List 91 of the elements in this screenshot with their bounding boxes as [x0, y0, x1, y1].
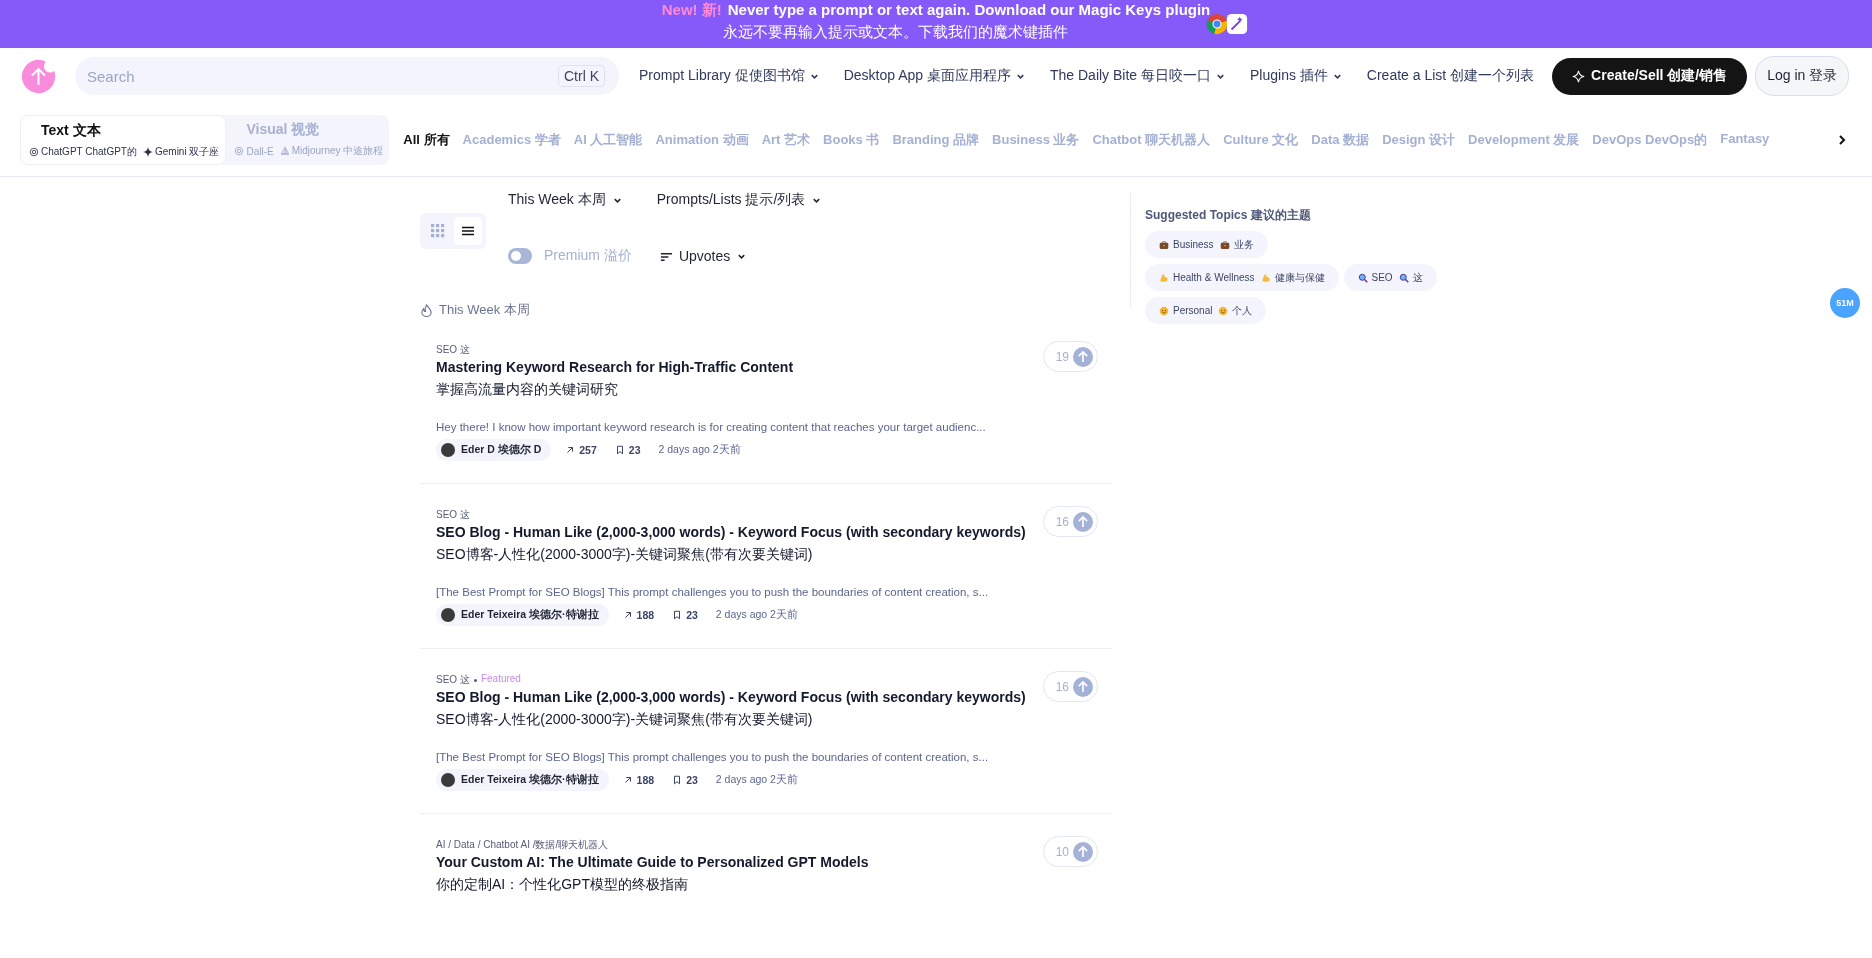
- model-name: Midjourney 中途旅程: [291, 144, 384, 158]
- prompt-title[interactable]: SEO Blog - Human Like (2,000-3,000 words) - Keyword Focus (with secondary keywords): [436, 524, 1043, 540]
- content-type-dropdown[interactable]: Prompts/Lists 提示/列表: [656, 191, 823, 209]
- saves-count: 23: [686, 774, 698, 786]
- mode-tab[interactable]: Text 文本 ChatGPT ChatGPT的 Gemini 双子座: [20, 115, 227, 165]
- post-time: 2 days ago 2天前: [658, 443, 741, 457]
- topic-label[interactable]: AI / Data / Chatbot AI /数据/聊天机器人: [436, 838, 609, 852]
- topic-name: Personal: [1173, 305, 1213, 316]
- topic-translation: 健康与保健: [1274, 270, 1325, 285]
- topic-label[interactable]: SEO 这: [436, 343, 470, 357]
- briefcase-icon: [1159, 239, 1169, 250]
- separator-dot: [473, 678, 477, 682]
- model-name: Dall-E: [246, 145, 274, 157]
- avatar: [441, 608, 455, 622]
- magnifier-icon: [1398, 272, 1409, 283]
- prompt-title-translation: SEO博客-人性化(2000-3000字)-关键词聚焦(带有次要关键词): [436, 546, 814, 564]
- create-sell-button[interactable]: Create/Sell 创建/销售: [1552, 57, 1748, 95]
- uses-count: 188: [636, 609, 655, 621]
- nav-link[interactable]: Plugins 插件: [1250, 67, 1343, 85]
- author-chip[interactable]: Eder Teixeira 埃德尔·特谢拉: [436, 769, 609, 791]
- sort-dropdown[interactable]: Upvotes: [659, 248, 748, 264]
- list-view-button[interactable]: [454, 217, 482, 245]
- avatar: [441, 443, 455, 457]
- author-chip[interactable]: Eder D 埃德尔 D: [436, 439, 552, 461]
- topic-chip[interactable]: Business 业务: [1145, 231, 1268, 258]
- suggested-topics-title: Suggested Topics 建议的主题: [1145, 207, 1312, 224]
- magic-wand-icon: [1226, 13, 1248, 35]
- premium-toggle[interactable]: [508, 248, 532, 264]
- prompt-title[interactable]: Your Custom AI: The Ultimate Guide to Personalized GPT Models: [436, 854, 1043, 870]
- promo-banner[interactable]: New! 新! Never type a prompt or text again. Download our Magic Keys plugin 永远不要再输入提示或文本。下载我们的魔术键插件: [0, 0, 1872, 48]
- smiley-icon: [1159, 305, 1169, 316]
- saves-count: 23: [628, 444, 641, 456]
- topic-label[interactable]: SEO 这: [436, 673, 470, 687]
- prompt-title[interactable]: Mastering Keyword Research for High-Traffic Content: [436, 359, 1043, 375]
- model-name: Gemini 双子座: [154, 145, 220, 159]
- arrow-up-right-icon: [565, 445, 576, 455]
- grid-icon: [431, 224, 445, 238]
- nav-link[interactable]: Create a List 创建一个列表: [1366, 67, 1535, 85]
- topic-translation: 业务: [1233, 237, 1254, 252]
- prompt-description: [The Best Prompt for SEO Blogs] This prompt challenges you to push the boundaries of content creation, s...: [436, 751, 990, 763]
- shortcut-hint: Ctrl K: [558, 65, 605, 87]
- prompt-title-translation: 你的定制AI：个性化GPT模型的终极指南: [436, 876, 689, 894]
- muscle-icon: [1260, 272, 1271, 283]
- bookmark-icon: [672, 775, 683, 785]
- prompt-title-translation: 掌握高流量内容的关键词研究: [436, 381, 619, 399]
- saves-count: 23: [686, 609, 698, 621]
- section-title: This Week 本周: [439, 301, 530, 319]
- topic-chip[interactable]: SEO 这: [1343, 264, 1437, 291]
- nav-link[interactable]: Desktop App 桌面应用程序: [843, 67, 1026, 85]
- prompt-title-translation: SEO博客-人性化(2000-3000字)-关键词聚焦(带有次要关键词): [436, 711, 814, 729]
- uses-count: 257: [579, 444, 597, 456]
- bookmark-icon: [614, 445, 625, 455]
- muscle-icon: [1159, 272, 1169, 283]
- prompt-description: Hey there! I know how important keyword research is for creating content that reaches your target audienc...: [436, 421, 987, 433]
- prompt-title[interactable]: SEO Blog - Human Like (2,000-3,000 words) - Keyword Focus (with secondary keywords): [436, 689, 1043, 705]
- magnifier-icon: [1357, 272, 1368, 283]
- post-time: 2 days ago 2天前: [715, 608, 798, 622]
- category-tab[interactable]: All 所有: [403, 131, 450, 149]
- briefcase-icon: [1219, 239, 1230, 250]
- sparkle-icon: [1572, 69, 1586, 83]
- post-time: 2 days ago 2天前: [715, 773, 798, 787]
- list-icon: [461, 224, 475, 238]
- login-button[interactable]: Log in 登录: [1755, 56, 1850, 96]
- topic-translation: 个人: [1232, 303, 1253, 318]
- chevron-right-icon: [1836, 134, 1848, 146]
- new-label: New! 新!: [661, 0, 722, 18]
- topic-name: SEO: [1371, 272, 1393, 283]
- sparkle-icon: [142, 147, 153, 157]
- model-name: ChatGPT ChatGPT的: [41, 145, 137, 159]
- uses-count: 188: [636, 774, 655, 786]
- banner-headline: Never type a prompt or text again. Download our Magic Keys plugin: [727, 0, 1211, 18]
- topic-name: Health & Wellness: [1173, 272, 1255, 283]
- nav-link[interactable]: Prompt Library 促使图书馆: [639, 67, 820, 85]
- nav-link[interactable]: The Daily Bite 每日咬一口: [1050, 67, 1227, 85]
- premium-label: Premium 溢价: [544, 247, 632, 265]
- topic-name: Business: [1173, 239, 1214, 250]
- prompt-description: [The Best Prompt for SEO Blogs] This prompt challenges you to push the boundaries of content creation, s...: [436, 586, 990, 598]
- period-dropdown[interactable]: This Week 本周: [508, 191, 623, 209]
- logo-icon[interactable]: [20, 57, 57, 95]
- topic-label[interactable]: SEO 这: [436, 508, 470, 522]
- topic-chip[interactable]: Personal 个人: [1145, 297, 1267, 324]
- featured-label: Featured: [480, 673, 521, 686]
- topic-translation: 这: [1412, 270, 1423, 285]
- flame-icon: [420, 303, 433, 317]
- bookmark-icon: [672, 610, 683, 620]
- avatar: [441, 773, 455, 787]
- author-chip[interactable]: Eder Teixeira 埃德尔·特谢拉: [436, 604, 609, 626]
- banner-subline: 永远不要再输入提示或文本。下载我们的魔术键插件: [723, 22, 1069, 42]
- smiley-icon: [1218, 305, 1229, 316]
- topic-chip[interactable]: Health & Wellness 健康与保健: [1145, 264, 1339, 291]
- sailboat-icon: [279, 146, 290, 156]
